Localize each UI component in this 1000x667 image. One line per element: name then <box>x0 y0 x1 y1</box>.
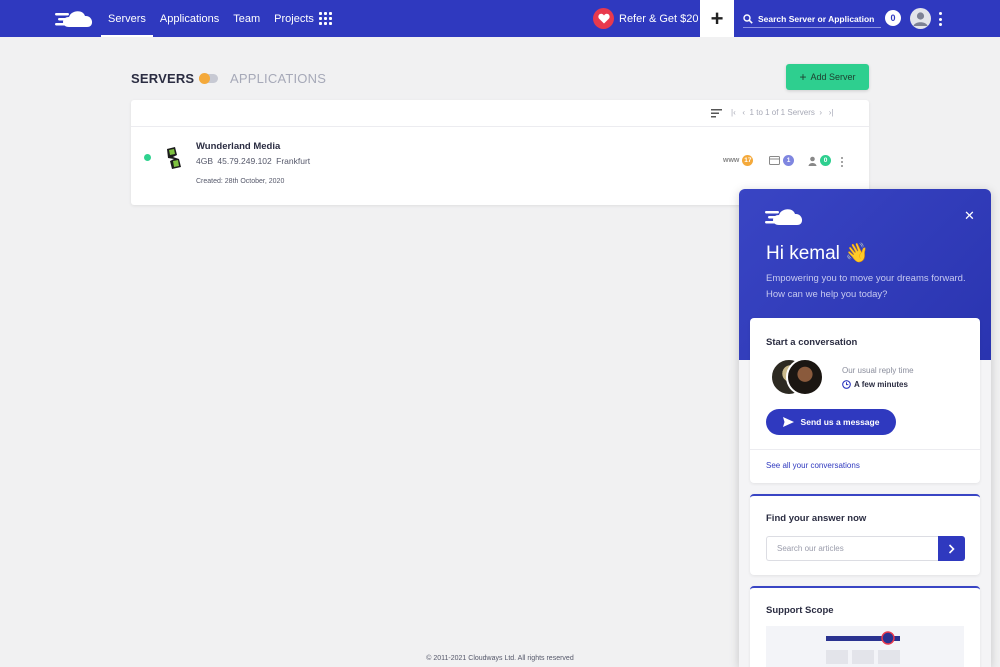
app-count: 1 <box>783 155 794 166</box>
find-answer-title: Find your answer now <box>766 513 867 524</box>
pagination: |‹ ‹ 1 to 1 of 1 Servers › ›| <box>731 108 833 117</box>
top-navbar: Servers Applications Team Projects Refer… <box>0 0 1000 37</box>
reply-time-value: A few minutes <box>842 380 908 389</box>
support-scope-card: Support Scope <box>750 586 980 667</box>
send-message-label: Send us a message <box>800 417 880 427</box>
server-location: Frankfurt <box>276 156 311 166</box>
app-stat[interactable]: 1 <box>769 155 794 166</box>
nav-projects[interactable]: Projects <box>267 0 321 37</box>
page-title: SERVERS <box>131 71 195 86</box>
search-placeholder: Search Server or Application <box>758 13 875 24</box>
refer-label: Refer & Get $20 <box>619 12 699 25</box>
avatar <box>786 358 824 396</box>
support-scope-illustration[interactable] <box>766 626 964 667</box>
www-stat[interactable]: www 17 <box>723 155 754 166</box>
prev-page-icon[interactable]: ‹ <box>742 108 745 117</box>
next-page-icon[interactable]: › <box>819 108 822 117</box>
apps-grid-icon[interactable] <box>319 12 332 25</box>
server-size: 4GB <box>196 156 214 166</box>
nav-servers[interactable]: Servers <box>101 0 153 37</box>
server-provider-icon <box>167 147 181 169</box>
start-conversation-card: Start a conversation Our usual reply tim… <box>750 318 980 483</box>
user-stat[interactable]: 0 <box>808 155 831 166</box>
add-server-button[interactable]: + Add Server <box>786 64 869 90</box>
close-icon[interactable]: ✕ <box>964 208 975 224</box>
cloudways-logo[interactable] <box>55 7 97 29</box>
www-count: 17 <box>742 155 754 166</box>
agent-avatars <box>770 358 830 398</box>
sort-icon[interactable] <box>711 109 722 118</box>
add-server-label: Add Server <box>810 72 856 82</box>
servers-apps-toggle[interactable] <box>199 73 218 84</box>
server-name[interactable]: Wunderland Media <box>196 141 280 152</box>
more-menu-icon[interactable] <box>939 12 943 26</box>
server-search-input[interactable]: Search Server or Application <box>743 10 881 28</box>
list-toolbar: |‹ ‹ 1 to 1 of 1 Servers › ›| <box>131 100 869 127</box>
find-answer-card: Find your answer now Search our articles <box>750 494 980 575</box>
user-count: 0 <box>820 155 831 166</box>
cloudways-logo <box>765 209 803 225</box>
reply-time-label: Our usual reply time <box>842 366 914 375</box>
server-created-date: Created: 28th October, 2020 <box>196 178 285 185</box>
widget-greeting: Hi kemal 👋 <box>766 243 869 264</box>
nav-team[interactable]: Team <box>226 0 267 37</box>
search-icon <box>743 13 753 24</box>
plus-icon: + <box>799 70 807 84</box>
server-meta: 4GB 45.79.249.102 Frankfurt <box>196 156 310 166</box>
see-all-conversations-link[interactable]: See all your conversations <box>750 449 980 483</box>
user-icon <box>808 156 817 166</box>
server-more-icon[interactable] <box>841 157 844 167</box>
main-nav: Servers Applications Team Projects <box>101 0 321 37</box>
chevron-right-icon <box>948 543 955 554</box>
article-search-button[interactable] <box>938 536 965 561</box>
last-page-icon[interactable]: ›| <box>829 108 834 117</box>
user-icon <box>913 12 928 26</box>
www-icon: www <box>723 157 740 164</box>
plus-icon: + <box>710 5 724 31</box>
heart-icon <box>593 8 614 29</box>
app-icon <box>769 156 780 165</box>
nav-applications[interactable]: Applications <box>153 0 226 37</box>
add-plus-button[interactable]: + <box>700 0 734 37</box>
user-avatar[interactable] <box>910 8 931 29</box>
send-message-button[interactable]: Send us a message <box>766 409 896 435</box>
support-scope-title: Support Scope <box>766 605 834 616</box>
reply-time-text: A few minutes <box>854 380 908 389</box>
support-chat-widget: ✕ Hi kemal 👋 Empowering you to move your… <box>739 189 991 667</box>
clock-icon <box>842 380 851 389</box>
server-status-dot <box>144 154 151 161</box>
first-page-icon[interactable]: |‹ <box>731 108 736 117</box>
notification-badge[interactable]: 0 <box>885 10 901 26</box>
article-search-input[interactable]: Search our articles <box>766 536 938 561</box>
refer-button[interactable]: Refer & Get $20 <box>593 8 699 29</box>
send-icon <box>782 417 794 427</box>
conversation-title: Start a conversation <box>766 337 858 348</box>
pagination-text: 1 to 1 of 1 Servers <box>749 108 815 117</box>
server-ip: 45.79.249.102 <box>217 156 272 166</box>
applications-view-link[interactable]: APPLICATIONS <box>230 71 326 86</box>
toggle-knob <box>199 73 210 84</box>
widget-subtitle: Empowering you to move your dreams forwa… <box>766 273 966 300</box>
